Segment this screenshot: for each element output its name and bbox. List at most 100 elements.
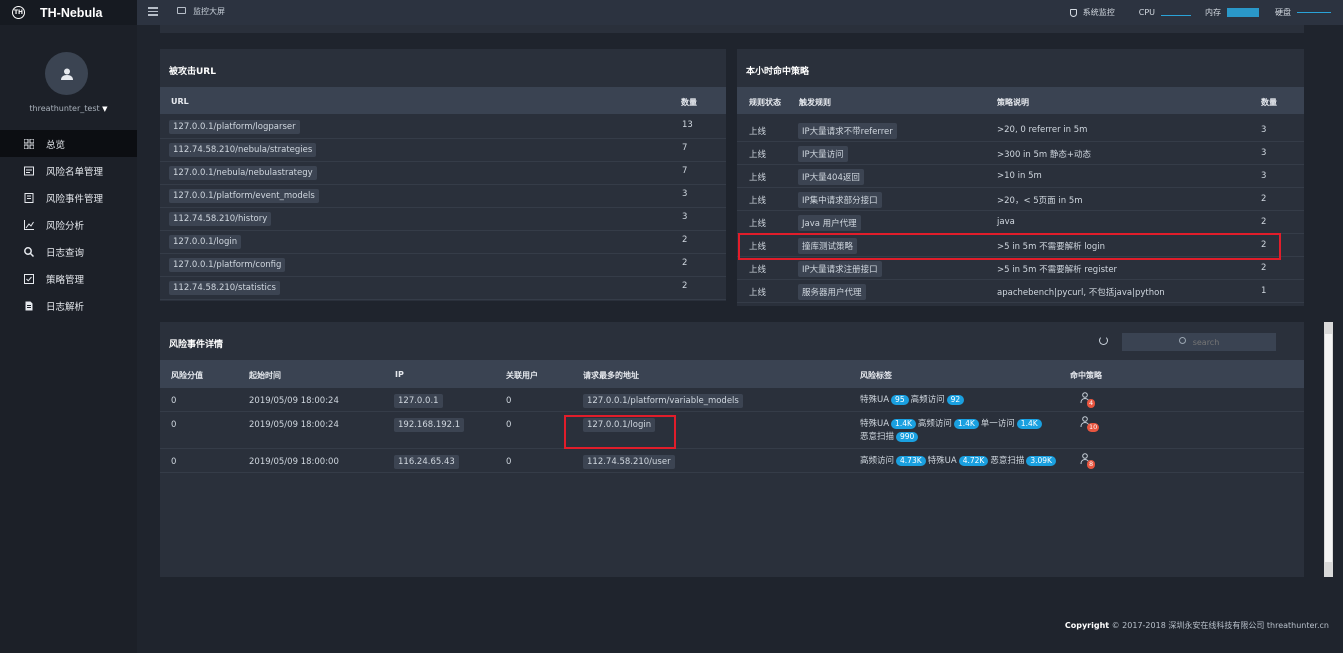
url-cell[interactable]: 127.0.0.1/nebula/nebulastrategy — [169, 166, 317, 180]
grid-icon — [24, 138, 34, 149]
ip-cell[interactable]: 127.0.0.1 — [394, 394, 443, 408]
description-cell: >20，< 5页面 in 5m — [997, 196, 1083, 206]
scrollbar-thumb[interactable] — [1325, 334, 1332, 562]
table-row[interactable]: 上线 IP大量请求注册接口 >5 in 5m 不需要解析 register 2 — [737, 257, 1304, 280]
brand[interactable]: TH TH-Nebula — [0, 0, 137, 25]
caret-down-icon: ▼ — [102, 105, 108, 113]
monitor-icon — [177, 7, 186, 14]
status-cell: 上线 — [749, 265, 767, 275]
sidebar-item-label: 日志查询 — [46, 247, 85, 259]
table-row[interactable]: 0 2019/05/09 18:00:24 127.0.0.1 0 127.0.0.1/… — [160, 388, 1304, 412]
table-row[interactable]: 上线 IP大量请求不带referrer >20, 0 referrer in 5m 3 — [737, 119, 1304, 142]
tags-cell: 特殊UA 95 高频访问 92 — [860, 394, 966, 407]
status-cell: 上线 — [749, 127, 767, 137]
avatar[interactable] — [45, 52, 88, 95]
table-row[interactable]: 上线 IP大量访问 >300 in 5m 静态+动态 3 — [737, 142, 1304, 165]
table-row[interactable]: 127.0.0.1/nebula/nebulastrategy 7 — [160, 162, 726, 185]
table-row[interactable]: 127.0.0.1/platform/event_models 3 — [160, 185, 726, 208]
risk-tag: 特殊UA 4.72K — [928, 456, 991, 466]
description-cell: >300 in 5m 静态+动态 — [997, 150, 1092, 160]
sidebar-item-label: 策略管理 — [46, 274, 85, 286]
sidebar-item-overview[interactable]: 总览 — [0, 130, 137, 157]
table-row[interactable]: 上线 IP大量404返回 >10 in 5m 3 — [737, 165, 1304, 188]
hamburger-menu-icon[interactable] — [148, 7, 158, 16]
count-cell: 3 — [682, 189, 688, 199]
table-row[interactable]: 上线 Java 用户代理 java 2 — [737, 211, 1304, 234]
time-cell: 2019/05/09 18:00:00 — [249, 457, 339, 467]
hit-strategy-icon[interactable]: 4 — [1080, 392, 1096, 408]
sidebar-item-log-parse[interactable]: 日志解析 — [0, 292, 137, 319]
url-cell[interactable]: 127.0.0.1/platform/variable_models — [583, 394, 743, 408]
user-menu[interactable]: threathunter_test ▼ — [0, 104, 137, 113]
risk-tag: 特殊UA 1.4K — [860, 419, 918, 429]
url-cell[interactable]: 112.74.58.210/history — [169, 212, 272, 226]
sidebar-item-log-query[interactable]: 日志查询 — [0, 238, 137, 265]
url-cell[interactable]: 112.74.58.210/user — [583, 455, 675, 469]
table-row[interactable]: 127.0.0.1/platform/logparser 13 — [160, 116, 726, 139]
status-cell: 上线 — [749, 173, 767, 183]
time-cell: 2019/05/09 18:00:24 — [249, 420, 339, 430]
monitor-dashboard-link[interactable]: 监控大屏 — [193, 6, 225, 17]
table-row[interactable]: 112.74.58.210/nebula/strategies 7 — [160, 139, 726, 162]
score-cell: 0 — [171, 396, 177, 406]
column-header-count: 数量 — [681, 98, 697, 107]
count-cell: 7 — [682, 143, 688, 153]
copyright-text: © 2017-2018 深圳永安在线科技有限公司 threathunter.cn — [1111, 621, 1329, 630]
rule-cell[interactable]: IP大量请求注册接口 — [798, 261, 882, 277]
ip-cell[interactable]: 116.24.65.43 — [394, 455, 459, 469]
count-cell: 7 — [682, 166, 688, 176]
sidebar-item-risk-events[interactable]: 风险事件管理 — [0, 184, 137, 211]
sidebar-menu: 总览 风险名单管理 风险事件管理 风险分析 日志查询 策略管理 日志解析 — [0, 130, 137, 319]
hit-strategy-icon[interactable]: 8 — [1080, 453, 1096, 469]
rule-cell[interactable]: 服务器用户代理 — [798, 284, 866, 300]
user-name: threathunter_test — [29, 104, 100, 113]
system-monitor-link[interactable]: 系统监控 — [1083, 7, 1115, 18]
url-cell[interactable]: 127.0.0.1/platform/config — [169, 258, 286, 272]
table-row[interactable]: 0 2019/05/09 18:00:00 116.24.65.43 0 112.74.… — [160, 449, 1304, 473]
panel-title: 被攻击URL — [169, 67, 216, 77]
refresh-icon[interactable] — [1099, 336, 1108, 345]
table-row[interactable]: 127.0.0.1/platform/config 2 — [160, 254, 726, 277]
table-row[interactable]: 112.74.58.210/statistics 2 — [160, 277, 726, 300]
sidebar-item-risk-analysis[interactable]: 风险分析 — [0, 211, 137, 238]
url-cell[interactable]: 112.74.58.210/statistics — [169, 281, 280, 295]
status-cell: 上线 — [749, 196, 767, 206]
risk-tag: 高频访问 4.73K — [860, 456, 928, 466]
description-cell: >5 in 5m 不需要解析 register — [997, 265, 1118, 275]
copyright-label: Copyright — [1064, 621, 1110, 630]
tags-cell: 高频访问 4.73K 特殊UA 4.72K 恶意扫描 3.09K — [860, 455, 1058, 468]
sidebar-item-strategy[interactable]: 策略管理 — [0, 265, 137, 292]
tag-count-badge: 4.73K — [896, 456, 926, 466]
sidebar-item-risk-list[interactable]: 风险名单管理 — [0, 157, 137, 184]
risk-tag: 特殊UA 95 — [860, 395, 911, 405]
vertical-scrollbar[interactable] — [1324, 322, 1333, 577]
column-header-hit-strategy: 命中策略 — [1070, 371, 1102, 380]
brand-name: TH-Nebula — [40, 5, 103, 20]
chart-icon — [24, 219, 34, 230]
url-cell[interactable]: 127.0.0.1/platform/event_models — [169, 189, 319, 203]
table-header: URL 数量 — [160, 87, 726, 114]
tag-count-badge: 4.72K — [958, 456, 989, 466]
rule-cell[interactable]: Java 用户代理 — [798, 215, 861, 231]
hit-strategy-icon[interactable]: 10 — [1080, 416, 1100, 432]
checklist-icon — [24, 273, 34, 284]
table-row[interactable]: 上线 服务器用户代理 apachebench|pycurl, 不包括java|pyt… — [737, 280, 1304, 303]
rule-cell[interactable]: IP集中请求部分接口 — [798, 192, 882, 208]
memory-bar — [1227, 8, 1259, 17]
rule-cell[interactable]: IP大量404返回 — [798, 169, 864, 185]
rule-cell[interactable]: IP大量请求不带referrer — [798, 123, 897, 139]
ip-cell[interactable]: 192.168.192.1 — [394, 418, 465, 432]
search-input[interactable] — [1122, 333, 1276, 351]
url-cell[interactable]: 127.0.0.1/platform/logparser — [169, 120, 300, 134]
table-row[interactable]: 127.0.0.1/login 2 — [160, 231, 726, 254]
risk-tag: 单一访问 1.4K — [981, 419, 1044, 429]
url-cell[interactable]: 127.0.0.1/login — [169, 235, 242, 249]
column-header-tags: 风险标签 — [860, 371, 892, 380]
table-row[interactable]: 112.74.58.210/history 3 — [160, 208, 726, 231]
url-cell[interactable]: 112.74.58.210/nebula/strategies — [169, 143, 317, 157]
table-row[interactable]: 上线 IP集中请求部分接口 >20，< 5页面 in 5m 2 — [737, 188, 1304, 211]
rule-cell[interactable]: IP大量访问 — [798, 146, 848, 162]
table-row[interactable]: 0 2019/05/09 18:00:24 192.168.192.1 0 127.0.… — [160, 412, 1304, 449]
tag-count-badge: 92 — [946, 395, 965, 405]
tag-count-badge: 1.4K — [891, 419, 916, 429]
